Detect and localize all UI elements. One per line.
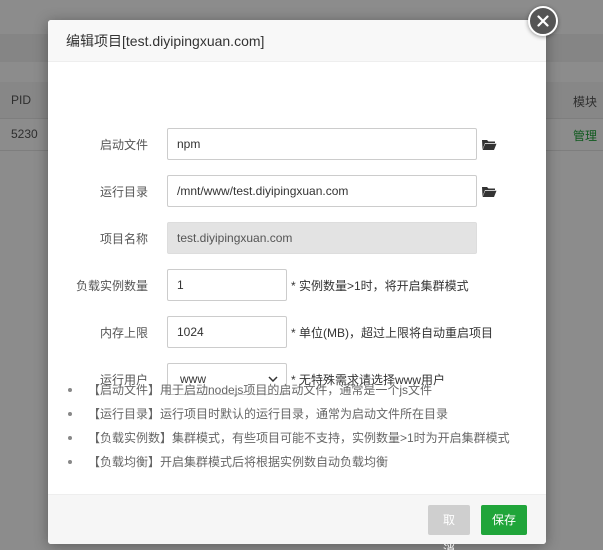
list-item: 【负载均衡】开启集群模式后将根据实例数自动负载均衡 xyxy=(68,450,538,474)
help-notes: 【启动文件】用于启动nodejs项目的启动文件，通常是一个js文件 【运行目录】… xyxy=(68,378,538,474)
note-text: 【负载实例数】集群模式，有些项目可能不支持，实例数量>1时为开启集群模式 xyxy=(88,431,510,445)
dialog-title: 编辑项目[test.diyipingxuan.com] xyxy=(48,20,546,62)
folder-icon[interactable] xyxy=(481,184,497,198)
memory-row: 内存上限 1024 * 单位(MB)，超过上限将自动重启项目 xyxy=(48,316,493,348)
list-item: 【运行目录】运行项目时默认的运行目录，通常为启动文件所在目录 xyxy=(68,402,538,426)
dialog-footer: 取消 保存 xyxy=(48,494,546,550)
folder-icon[interactable] xyxy=(481,137,497,151)
project-name-input: test.diyipingxuan.com xyxy=(167,222,477,254)
list-item: 【启动文件】用于启动nodejs项目的启动文件，通常是一个js文件 xyxy=(68,378,538,402)
project-name-row: 项目名称 test.diyipingxuan.com xyxy=(48,222,477,254)
instances-row: 负载实例数量 1 * 实例数量>1时，将开启集群模式 xyxy=(48,269,469,301)
start-file-input[interactable]: npm xyxy=(167,128,477,160)
bullet xyxy=(68,412,72,416)
close-icon[interactable] xyxy=(528,6,558,36)
instances-label: 负载实例数量 xyxy=(75,278,148,293)
note-text: 【负载均衡】开启集群模式后将根据实例数自动负载均衡 xyxy=(88,455,389,469)
memory-input[interactable]: 1024 xyxy=(167,316,287,348)
memory-label: 内存上限 xyxy=(99,325,148,340)
start-file-row: 启动文件 npm xyxy=(48,128,497,160)
instances-hint: * 实例数量>1时，将开启集群模式 xyxy=(291,278,469,293)
note-text: 【运行目录】运行项目时默认的运行目录，通常为启动文件所在目录 xyxy=(88,407,449,421)
bullet xyxy=(68,460,72,464)
instances-input[interactable]: 1 xyxy=(167,269,287,301)
list-item: 【负载实例数】集群模式，有些项目可能不支持，实例数量>1时为开启集群模式 xyxy=(68,426,538,450)
memory-hint: * 单位(MB)，超过上限将自动重启项目 xyxy=(291,325,493,340)
start-file-label: 启动文件 xyxy=(99,137,148,152)
edit-project-form: 启动文件 npm 运行目录 /mnt/www/test.diyipingxuan… xyxy=(48,62,546,395)
save-button[interactable]: 保存 xyxy=(481,505,527,535)
bullet xyxy=(68,436,72,440)
cancel-button[interactable]: 取消 xyxy=(428,505,470,550)
note-text: 【启动文件】用于启动nodejs项目的启动文件，通常是一个js文件 xyxy=(88,383,433,397)
project-name-label: 项目名称 xyxy=(99,231,148,246)
run-dir-label: 运行目录 xyxy=(99,184,148,199)
bullet xyxy=(68,388,72,392)
run-dir-input[interactable]: /mnt/www/test.diyipingxuan.com xyxy=(167,175,477,207)
edit-project-dialog: 编辑项目[test.diyipingxuan.com] 启动文件 npm 运行目… xyxy=(48,20,546,550)
run-dir-row: 运行目录 /mnt/www/test.diyipingxuan.com xyxy=(48,175,497,207)
